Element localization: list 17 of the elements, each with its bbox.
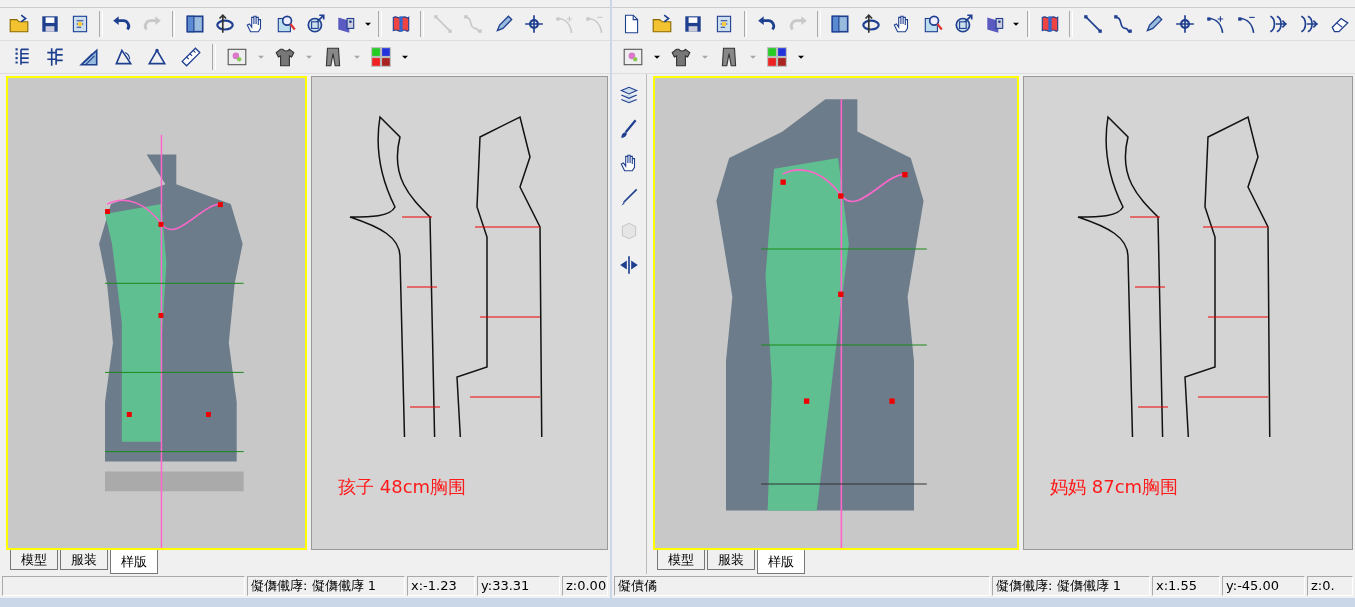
view-tab[interactable]: 样版 [757,550,805,574]
view-tab[interactable]: 样版 [110,550,158,574]
view-tab[interactable]: 模型 [657,550,705,570]
view-tab[interactable]: 模型 [10,550,58,570]
view-tab[interactable]: 服装 [707,550,755,570]
annotation-text: 妈妈 87cm胸围 [1050,475,1179,499]
status-x-coordinate: x:-1.23 [407,576,475,596]
status-message: 儗債僪 [614,576,990,596]
view-tab[interactable]: 服装 [60,550,108,570]
status-y-coordinate: y:33.31 [477,576,560,596]
status-z-coordinate: z:0.00 [562,576,608,596]
status-x-coordinate: x:1.55 [1152,576,1220,596]
status-layer: 儗儛儎庨: 儗儛儎庨 1 [247,576,405,596]
annotation-text: 孩子 48cm胸围 [338,475,467,499]
status-layer: 儗儛儎庨: 儗儛儎庨 1 [992,576,1150,596]
status-y-coordinate: y:-45.00 [1222,576,1305,596]
status-z-coordinate: z:0. [1307,576,1353,596]
